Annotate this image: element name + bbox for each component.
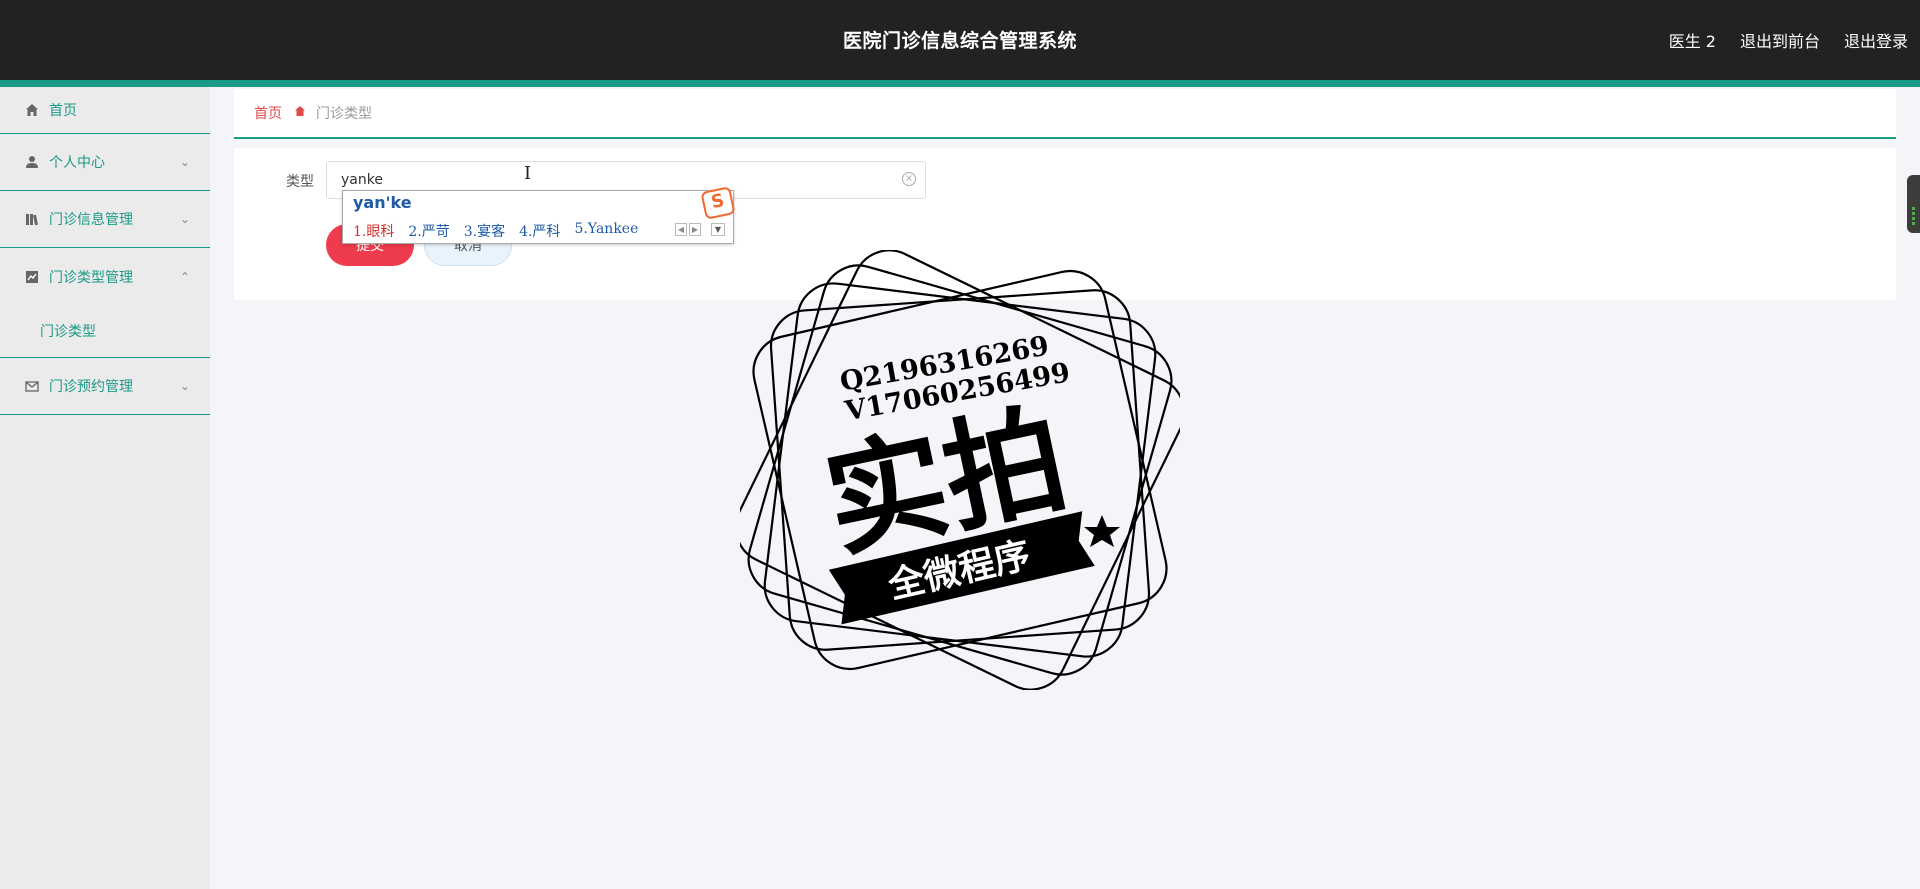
edge-handle[interactable] [1907, 175, 1920, 233]
clear-input-icon[interactable]: × [902, 172, 916, 186]
header-actions: 医生 2 退出到前台 退出登录 [1669, 28, 1908, 52]
ime-expand-icon[interactable]: ▼ [711, 223, 725, 236]
breadcrumb: 首页 门诊类型 [234, 89, 1896, 139]
type-field-label: 类型 [286, 174, 314, 190]
breadcrumb-home-icon [294, 105, 306, 121]
sidebar-item-clinic-type-mgmt[interactable]: 门诊类型管理 ⌃ [0, 248, 210, 305]
chevron-down-icon: ⌄ [179, 379, 190, 393]
sogou-ime-logo-icon: S [700, 186, 736, 220]
breadcrumb-home[interactable]: 首页 [254, 103, 282, 123]
submenu-item-label[interactable]: 门诊类型 [40, 321, 96, 341]
user-icon [24, 154, 40, 170]
library-icon [24, 211, 40, 227]
top-header: 医院门诊信息综合管理系统 医生 2 退出到前台 退出登录 [0, 0, 1920, 80]
chevron-down-icon: ⌄ [179, 155, 190, 169]
ime-page-nav: ◀ ▶ [675, 223, 701, 236]
sidebar-item-home[interactable]: 首页 [0, 87, 210, 134]
ime-candidate[interactable]: 4.严科 [519, 221, 560, 241]
sidebar: 首页 个人中心 ⌄ 门诊信息管理 ⌄ 门诊类型管理 ⌃ 门诊类型 门诊预约管理 … [0, 87, 210, 889]
ime-prev-page-icon[interactable]: ◀ [675, 223, 687, 236]
current-user[interactable]: 医生 2 [1669, 28, 1716, 52]
submenu-clinic-type[interactable]: 门诊类型 [0, 305, 210, 358]
ime-composition: yan'ke [353, 193, 412, 212]
sidebar-item-label: 门诊信息管理 [49, 212, 133, 228]
text-cursor-icon: I [524, 163, 532, 184]
ime-candidate-list: 1.眼科 2.严苛 3.宴客 4.严科 5.Yankee [353, 221, 638, 241]
sidebar-item-label: 首页 [49, 103, 77, 119]
ime-candidate[interactable]: 5.Yankee [574, 221, 638, 241]
chevron-up-icon: ⌃ [179, 269, 190, 284]
mail-icon [24, 378, 40, 394]
ime-candidate[interactable]: 2.严苛 [408, 221, 449, 241]
logout-link[interactable]: 退出登录 [1844, 28, 1908, 52]
sidebar-item-appointment-mgmt[interactable]: 门诊预约管理 ⌄ [0, 358, 210, 415]
home-icon [24, 102, 40, 118]
sidebar-item-label: 门诊预约管理 [49, 379, 133, 395]
sidebar-item-clinic-info[interactable]: 门诊信息管理 ⌄ [0, 191, 210, 248]
sidebar-item-personal-center[interactable]: 个人中心 ⌄ [0, 134, 210, 191]
star-icon [1084, 515, 1120, 547]
breadcrumb-current: 门诊类型 [316, 106, 372, 122]
ime-candidate[interactable]: 1.眼科 [353, 221, 394, 241]
ime-next-page-icon[interactable]: ▶ [689, 223, 701, 236]
ime-candidate[interactable]: 3.宴客 [464, 221, 505, 241]
sidebar-item-label: 门诊类型管理 [49, 269, 133, 286]
watermark-stamp: Q2196316269 V17060256499 实拍 全微程序 [740, 250, 1180, 690]
chevron-down-icon: ⌄ [179, 212, 190, 226]
chart-icon [24, 269, 40, 285]
app-title: 医院门诊信息综合管理系统 [842, 30, 1077, 52]
sidebar-item-label: 个人中心 [49, 155, 105, 171]
exit-to-front-link[interactable]: 退出到前台 [1740, 28, 1820, 52]
header-accent-bar [0, 80, 1920, 87]
ime-candidate-popup: yan'ke S 1.眼科 2.严苛 3.宴客 4.严科 5.Yankee ◀ … [342, 186, 736, 244]
